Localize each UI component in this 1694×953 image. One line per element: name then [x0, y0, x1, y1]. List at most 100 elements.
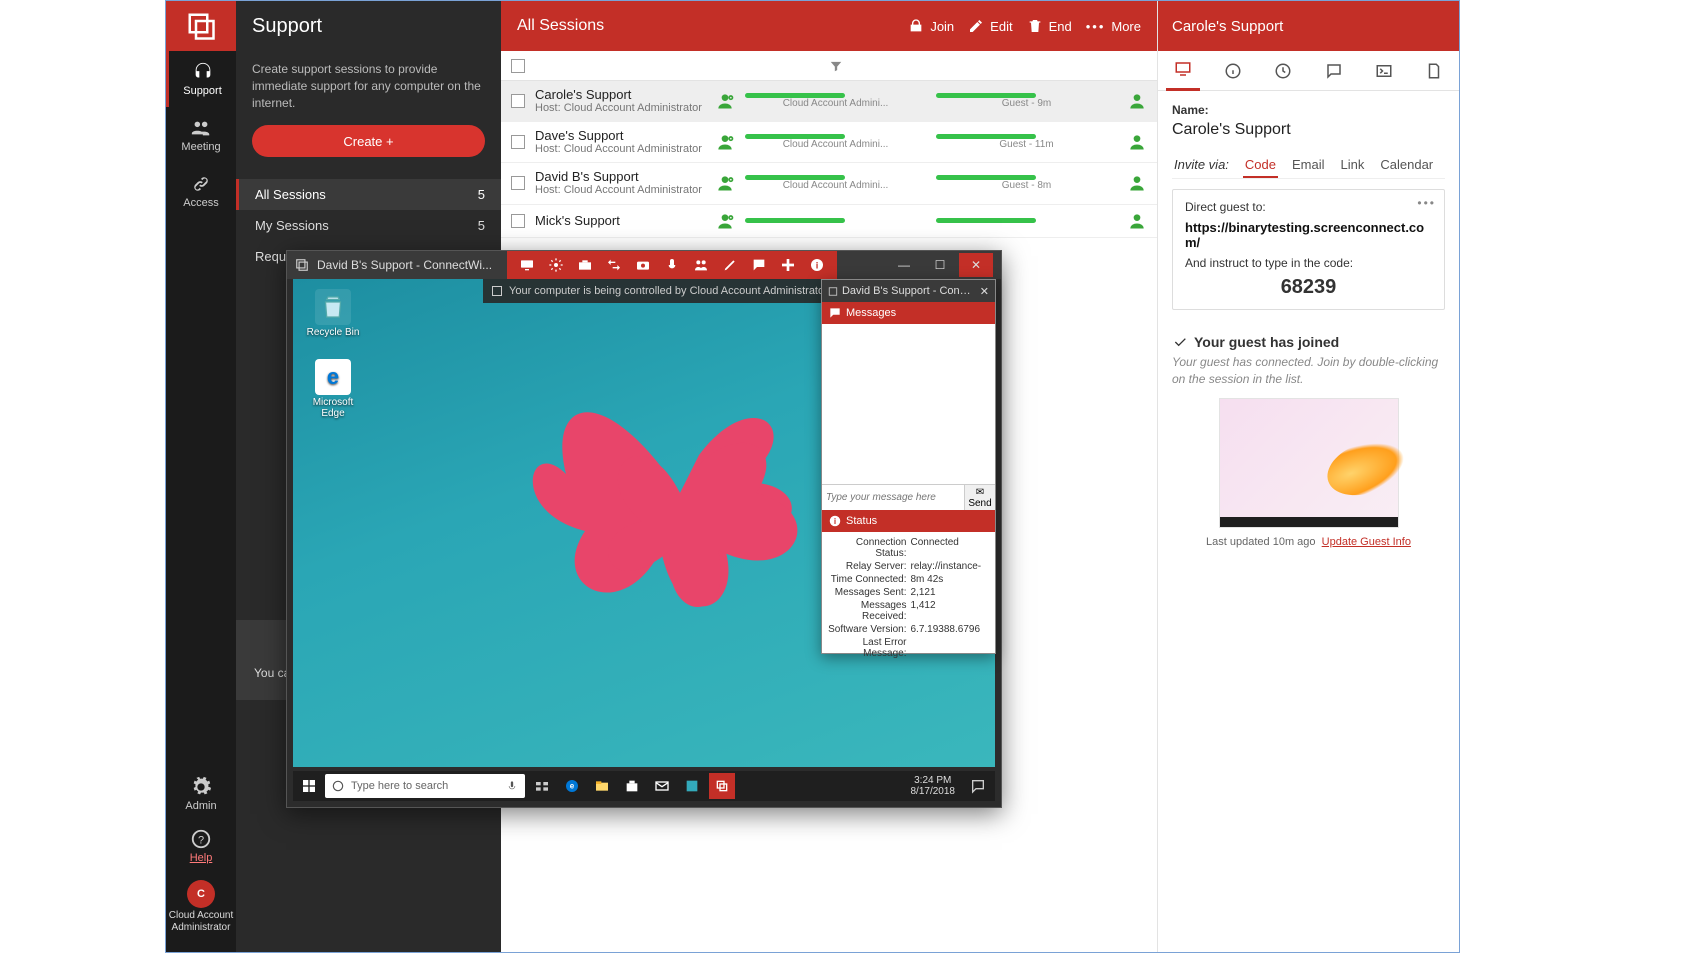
host-icon: [715, 91, 735, 111]
sw-close[interactable]: ✕: [980, 285, 989, 298]
select-all-checkbox[interactable]: [511, 59, 525, 73]
session-host: Host: Cloud Account Administrator: [535, 143, 705, 156]
guest-join-desc: Your guest has connected. Join by double…: [1172, 354, 1445, 388]
edit-button[interactable]: Edit: [968, 18, 1012, 34]
tool-display[interactable]: [513, 251, 541, 279]
row-checkbox[interactable]: [511, 176, 525, 190]
close-button[interactable]: ✕: [959, 253, 993, 277]
session-row[interactable]: Dave's SupportHost: Cloud Account Admini…: [501, 122, 1157, 163]
nav-help[interactable]: ? Help: [166, 822, 236, 870]
tool-sound[interactable]: [658, 251, 686, 279]
end-button[interactable]: End: [1027, 18, 1072, 34]
pencil-icon: [968, 18, 984, 34]
session-row[interactable]: Mick's Support: [501, 205, 1157, 238]
create-button[interactable]: Create +: [252, 125, 485, 157]
desktop-recycle[interactable]: Recycle Bin: [303, 289, 363, 338]
tab-general[interactable]: [1166, 51, 1200, 91]
gear-icon: [190, 776, 212, 798]
tab-commands[interactable]: [1367, 51, 1401, 91]
message-input[interactable]: [822, 485, 964, 510]
tool-annotate[interactable]: [716, 251, 744, 279]
tool-settings[interactable]: [542, 251, 570, 279]
session-title: Carole's Support: [535, 87, 705, 102]
maximize-button[interactable]: ☐: [923, 253, 957, 277]
message-area: [822, 324, 995, 484]
side-item-all[interactable]: All Sessions5: [236, 179, 501, 210]
svg-text:i: i: [816, 260, 819, 270]
tb-app[interactable]: [679, 773, 705, 799]
info-icon: [1224, 62, 1242, 80]
svg-text:e: e: [570, 782, 575, 791]
taskbar-search[interactable]: Type here to search: [325, 774, 525, 798]
invite-tab-link[interactable]: Link: [1339, 153, 1367, 178]
nav-access[interactable]: Access: [166, 163, 236, 219]
invite-tab-calendar[interactable]: Calendar: [1378, 153, 1435, 178]
sw-titlebar[interactable]: David B's Support - Connect... ✕: [822, 280, 995, 302]
nav-meeting[interactable]: Meeting: [166, 107, 236, 163]
tb-notifications[interactable]: [965, 773, 991, 799]
nav-user[interactable]: C Cloud AccountAdministrator: [166, 874, 236, 940]
invite-code-box: ••• Direct guest to: https://binarytesti…: [1172, 189, 1445, 310]
side-item-my[interactable]: My Sessions5: [236, 210, 501, 241]
cortana-icon: [331, 779, 345, 793]
more-button[interactable]: •••More: [1086, 19, 1141, 34]
sw-status-header: i Status: [822, 510, 995, 532]
desktop-edge[interactable]: e Microsoft Edge: [303, 359, 363, 419]
send-button[interactable]: ✉ Send: [964, 485, 995, 510]
tab-info[interactable]: [1216, 51, 1250, 91]
tool-info[interactable]: i: [803, 251, 831, 279]
trash-icon: [1027, 18, 1043, 34]
row-checkbox[interactable]: [511, 94, 525, 108]
tb-connect[interactable]: [709, 773, 735, 799]
remote-toolbar: i: [507, 251, 837, 279]
tool-toolbox[interactable]: [571, 251, 599, 279]
host-icon: [715, 173, 735, 193]
tab-notes[interactable]: [1417, 51, 1451, 91]
filter-row: [501, 51, 1157, 81]
right-panel: Carole's Support Name: Carole's Support …: [1157, 1, 1459, 952]
recycle-icon: [318, 292, 348, 322]
icon-rail: Support Meeting Access Admin ? Help C Cl…: [166, 1, 236, 952]
name-value: Carole's Support: [1172, 121, 1445, 139]
join-button[interactable]: Join: [908, 18, 954, 34]
chat-status-window: David B's Support - Connect... ✕ Message…: [821, 279, 996, 654]
nav-support[interactable]: Support: [166, 51, 236, 107]
start-button[interactable]: [297, 774, 321, 798]
tool-transfer[interactable]: [600, 251, 628, 279]
remote-title: David B's Support - ConnectWi...: [317, 258, 492, 272]
task-view[interactable]: [529, 773, 555, 799]
nav-admin[interactable]: Admin: [166, 770, 236, 818]
invite-more[interactable]: •••: [1417, 196, 1436, 210]
invite-tab-code[interactable]: Code: [1243, 153, 1278, 178]
tool-manage[interactable]: [687, 251, 715, 279]
check-icon: [1172, 334, 1188, 350]
tb-edge[interactable]: e: [559, 773, 585, 799]
tool-capture[interactable]: [629, 251, 657, 279]
tb-store[interactable]: [619, 773, 645, 799]
filter-icon[interactable]: [829, 59, 843, 73]
session-row[interactable]: David B's SupportHost: Cloud Account Adm…: [501, 163, 1157, 204]
update-guest-link[interactable]: Update Guest Info: [1322, 536, 1411, 548]
minimize-button[interactable]: —: [887, 253, 921, 277]
svg-text:i: i: [834, 517, 836, 526]
row-checkbox[interactable]: [511, 214, 525, 228]
people-icon: [190, 117, 212, 139]
guest-thumbnail[interactable]: [1219, 398, 1399, 528]
tb-explorer[interactable]: [589, 773, 615, 799]
guest-icon: [1127, 173, 1147, 193]
session-title: Dave's Support: [535, 128, 705, 143]
app-logo[interactable]: [166, 1, 236, 51]
tab-messages[interactable]: [1317, 51, 1351, 91]
host-icon: [715, 211, 735, 231]
guest-join-title: Your guest has joined: [1194, 334, 1339, 350]
taskbar-clock[interactable]: 3:24 PM8/17/2018: [905, 775, 962, 797]
invite-tab-email[interactable]: Email: [1290, 153, 1327, 178]
row-checkbox[interactable]: [511, 135, 525, 149]
tb-mail[interactable]: [649, 773, 675, 799]
session-title: Mick's Support: [535, 213, 705, 228]
tool-chat[interactable]: [745, 251, 773, 279]
headset-icon: [192, 61, 214, 83]
session-row[interactable]: Carole's SupportHost: Cloud Account Admi…: [501, 81, 1157, 122]
tab-timeline[interactable]: [1266, 51, 1300, 91]
tool-health[interactable]: [774, 251, 802, 279]
